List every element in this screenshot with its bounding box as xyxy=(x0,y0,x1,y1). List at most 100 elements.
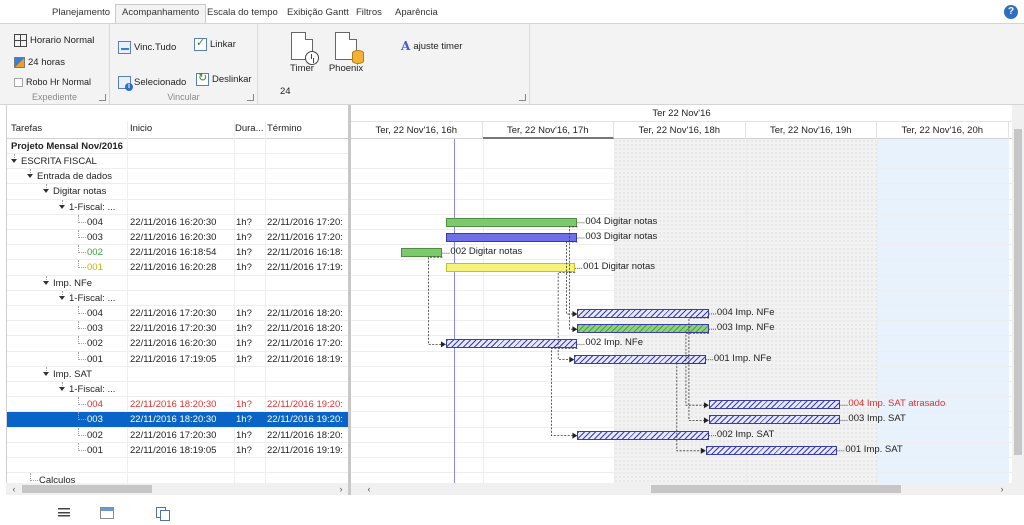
task-row[interactable]: 002 22/11/2016 16:18:54 1h? 22/11/2016 16:1… xyxy=(7,245,349,261)
col-header-inicio[interactable]: Inicio xyxy=(130,123,230,134)
collapse-icon[interactable] xyxy=(27,174,33,179)
task-row[interactable]: 003 22/11/2016 16:20:30 1h? 22/11/2016 17:2… xyxy=(7,230,349,246)
cell-dur: 1h? xyxy=(236,216,252,228)
tab-exibi-o-gantt[interactable]: Exibição Gantt xyxy=(281,5,355,23)
gantt-vscroll-thumb[interactable] xyxy=(1014,129,1022,455)
task-row[interactable]: 004 22/11/2016 17:20:30 1h? 22/11/2016 18:2… xyxy=(7,306,349,322)
grid-horizontal-scrollbar[interactable]: ‹ › xyxy=(6,483,349,495)
dependency-link xyxy=(685,332,709,406)
cell-name: ESCRITA FISCAL xyxy=(21,156,97,167)
gantt-scroll-left-icon[interactable]: ‹ xyxy=(363,483,375,495)
help-icon[interactable]: ? xyxy=(1004,5,1018,19)
text-lines-icon[interactable] xyxy=(58,507,72,519)
dependency-arrowhead xyxy=(569,356,575,363)
window-icon[interactable] xyxy=(100,507,114,519)
collapse-icon[interactable] xyxy=(43,280,49,285)
tab-apar-ncia[interactable]: Aparência xyxy=(389,5,444,23)
scroll-left-icon[interactable]: ‹ xyxy=(8,483,20,495)
task-row[interactable]: Calculos xyxy=(7,473,349,483)
cell-dur: 1h? xyxy=(236,444,252,456)
task-row[interactable] xyxy=(7,458,349,474)
collapse-icon[interactable] xyxy=(43,371,49,376)
tab-acompanhamento[interactable]: Acompanhamento xyxy=(115,4,207,24)
cell-end xyxy=(267,383,349,396)
task-row[interactable]: 004 22/11/2016 16:20:30 1h? 22/11/2016 17:2… xyxy=(7,214,349,230)
cell-start: 22/11/2016 16:20:30 xyxy=(130,338,217,350)
col-header-duracao[interactable]: Dura... xyxy=(235,123,265,134)
task-row[interactable]: Digitar notas xyxy=(7,184,349,200)
ribbon-tab-bar: Planejamento Acompanhamento Escala do temp… xyxy=(0,0,1024,24)
tab-planejamento[interactable]: Planejamento xyxy=(46,5,116,23)
tools-launcher-icon[interactable] xyxy=(519,94,526,101)
cell-dur: 1h? xyxy=(236,414,252,426)
link-icon xyxy=(194,36,207,51)
project-name: Projeto Mensal Nov/2016 xyxy=(11,141,123,152)
copy-icon[interactable] xyxy=(156,507,170,521)
gantt-body[interactable]: 004 Digitar notas 003 Digitar notas 002 Di… xyxy=(351,139,1012,483)
task-row[interactable]: 001 22/11/2016 17:19:05 1h? 22/11/2016 18:1… xyxy=(7,351,349,367)
24-horas-button[interactable]: 24 horas xyxy=(14,57,65,68)
timer-button[interactable]: Timer xyxy=(280,32,324,74)
ajuste-timer-button[interactable]: A ajuste timer xyxy=(401,39,462,53)
gantt-chart: Ter 22 Nov'16 Ter, 22 Nov'16, 16h Ter, 22… xyxy=(351,105,1012,483)
collapse-icon[interactable] xyxy=(59,387,65,391)
task-row[interactable]: Entrada de dados xyxy=(7,169,349,185)
task-row[interactable]: 004 22/11/2016 18:20:30 1h? 22/11/2016 19:2… xyxy=(7,397,349,413)
group-tools: Timer 24 Phoenix A ajuste timer xyxy=(258,24,530,104)
selecionado-button[interactable]: Selecionado xyxy=(118,76,186,91)
task-row[interactable]: 002 22/11/2016 17:20:30 1h? 22/11/2016 18:2… xyxy=(7,427,349,443)
scroll-right-icon[interactable]: › xyxy=(335,483,347,495)
task-row[interactable]: 003 22/11/2016 18:20:30 1h? 22/11/2016 19:2… xyxy=(7,412,349,428)
cell-end: 22/11/2016 18:20: xyxy=(267,429,343,441)
task-row[interactable]: 003 22/11/2016 17:20:30 1h? 22/11/2016 18:2… xyxy=(7,321,349,337)
tab-escala-do-tempo[interactable]: Escala do tempo xyxy=(201,5,284,23)
checkbox-icon xyxy=(14,77,23,87)
robo-hr-normal-checkbox[interactable]: Robo Hr Normal xyxy=(14,77,91,87)
hour-header-cell: Ter, 22 Nov'16, 20h xyxy=(877,122,1009,139)
tab-filtros[interactable]: Filtros xyxy=(350,5,388,23)
horario-normal-button[interactable]: Horario Normal xyxy=(14,34,94,47)
task-row[interactable]: Imp. NFe xyxy=(7,275,349,291)
task-row[interactable]: 1-Fiscal: ... xyxy=(7,382,349,398)
cell-dur xyxy=(236,292,264,305)
vincular-launcher-icon[interactable] xyxy=(247,94,254,101)
task-row[interactable]: 1-Fiscal: ... xyxy=(7,199,349,215)
cell-start: 22/11/2016 17:20:30 xyxy=(130,429,217,441)
collapse-icon[interactable] xyxy=(59,204,65,209)
vincular-group-label: Vincular xyxy=(167,92,200,102)
gantt-scroll-right-icon[interactable]: › xyxy=(996,483,1008,495)
cell-dur xyxy=(236,383,264,396)
collapse-icon[interactable] xyxy=(59,295,65,300)
project-row[interactable]: Projeto Mensal Nov/2016 xyxy=(7,139,349,154)
gantt-vertical-scrollbar[interactable] xyxy=(1012,105,1024,483)
cell-start xyxy=(130,459,232,472)
col-header-termino[interactable]: Término xyxy=(267,123,347,134)
deslinkar-button[interactable]: Deslinkar xyxy=(196,71,252,86)
vinc-tudo-button[interactable]: Vinc.Tudo xyxy=(118,41,176,54)
collapse-icon[interactable] xyxy=(11,159,17,163)
grid-scroll-thumb[interactable] xyxy=(22,485,152,493)
task-row[interactable]: 001 22/11/2016 18:19:05 1h? 22/11/2016 19:1… xyxy=(7,442,349,458)
gantt-hscroll-thumb[interactable] xyxy=(651,485,901,493)
cell-start xyxy=(130,277,232,290)
cell-start xyxy=(130,383,232,396)
cell-start: 22/11/2016 16:20:28 xyxy=(130,262,217,274)
task-row[interactable]: 002 22/11/2016 16:20:30 1h? 22/11/2016 17:2… xyxy=(7,336,349,352)
task-row[interactable]: ESCRITA FISCAL xyxy=(7,154,349,170)
cell-name: Digitar notas xyxy=(53,186,107,198)
expediente-launcher-icon[interactable] xyxy=(99,94,106,101)
hour-header-cell: Ter, 22 Nov'16, 18h xyxy=(614,122,746,139)
linkar-button[interactable]: Linkar xyxy=(194,36,236,51)
task-row[interactable]: 1-Fiscal: ... xyxy=(7,290,349,306)
collapse-icon[interactable] xyxy=(43,189,49,194)
cell-end xyxy=(267,474,349,483)
gantt-horizontal-scrollbar[interactable]: ‹ › xyxy=(351,483,1024,495)
cell-dur xyxy=(236,201,264,214)
robo-hr-normal-label: Robo Hr Normal xyxy=(26,77,92,87)
task-row[interactable]: 001 22/11/2016 16:20:28 1h? 22/11/2016 17:1… xyxy=(7,260,349,276)
cell-end xyxy=(267,277,349,290)
phoenix-button[interactable]: Phoenix xyxy=(324,32,368,74)
col-header-tarefas[interactable]: Tarefas xyxy=(11,123,131,134)
task-row[interactable]: Imp. SAT xyxy=(7,366,349,382)
group-expediente: Horario Normal 24 horas Robo Hr Normal E… xyxy=(0,24,110,104)
